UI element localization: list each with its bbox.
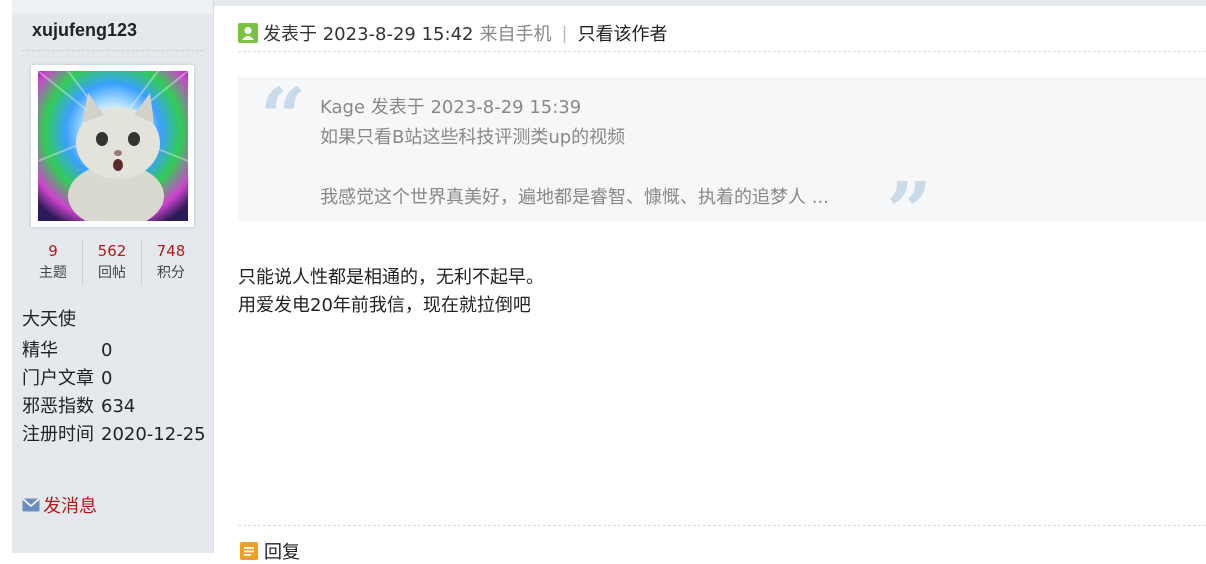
post-body-line: 用爱发电20年前我信，现在就拉倒吧 [238,295,531,316]
author-icon [238,23,258,43]
stat-threads-value: 9 [48,242,58,260]
left-gutter [0,0,12,553]
author-sidebar: xujufeng123 9 主题 562 回帖 748 积分 大天使 精华 0 … [12,0,214,553]
only-author-link[interactable]: 只看该作者 [578,20,668,46]
stat-points-value: 748 [156,242,186,260]
post-source: 来自手机 [479,24,552,45]
post-body-line: 只能说人性都是相通的，无利不起早。 [238,267,544,288]
send-message-label: 发消息 [43,496,97,517]
post-header: 发表于 2023-8-29 15:42 来自手机 | 只看该作者 [238,20,668,46]
author-stats: 9 主题 562 回帖 748 积分 [24,240,200,286]
info-row-articles: 门户文章 0 [22,365,206,393]
sidebar-top-strip [12,0,213,14]
quote-close-icon: ” [886,164,933,258]
quote-text-line: 如果只看B站这些科技评测类up的视频 [320,127,626,148]
info-value: 0 [101,340,113,361]
quote-block: “ Kage 发表于 2023-8-29 15:39 如果只看B站这些科技评测类… [238,70,1206,251]
send-message-link[interactable]: 发消息 [22,492,97,518]
stat-replies-label: 回帖 [98,265,126,281]
quote-text-line: 我感觉这个世界真美好，遍地都是睿智、慷慨、执着的追梦人 ... [320,187,829,208]
stat-points-label: 积分 [157,265,185,281]
info-key: 门户文章 [22,368,94,389]
stat-threads-label: 主题 [39,265,67,281]
reply-icon [240,542,258,560]
quote-meta: Kage 发表于 2023-8-29 15:39 [320,97,582,118]
info-key: 注册时间 [22,424,94,445]
reply-label: 回复 [264,542,300,563]
info-value: 0 [101,368,113,389]
stat-threads[interactable]: 9 主题 [24,240,82,286]
header-separator: | [561,22,568,44]
top-rule [214,0,1206,6]
author-username[interactable]: xujufeng123 [32,20,137,41]
user-rank: 大天使 [22,309,76,330]
avatar[interactable] [31,65,194,227]
stat-points[interactable]: 748 积分 [141,240,200,286]
post-body: 只能说人性都是相通的，无利不起早。 用爱发电20年前我信，现在就拉倒吧 [238,264,544,320]
info-row-registered: 注册时间 2020-12-25 [22,421,206,449]
post-content: 发表于 2023-8-29 15:42 来自手机 | 只看该作者 “ Kage … [214,0,1206,563]
avatar-image [38,71,188,221]
footer-divider [238,525,1206,526]
name-divider [22,50,204,51]
post-time: 发表于 2023-8-29 15:42 [263,24,474,45]
info-value: 2020-12-25 [101,424,206,445]
header-divider [238,51,1206,52]
info-key: 邪恶指数 [22,396,94,417]
stat-replies-value: 562 [97,242,127,260]
info-key: 精华 [22,340,58,361]
quote-open-icon: “ [260,70,307,164]
info-row-evil-index: 邪恶指数 634 [22,393,206,421]
stat-replies[interactable]: 562 回帖 [82,240,141,286]
reply-button[interactable]: 回复 [240,538,300,564]
author-info: 精华 0 门户文章 0 邪恶指数 634 注册时间 2020-12-25 [22,337,206,449]
envelope-icon [22,498,40,512]
info-value: 634 [101,396,136,417]
info-row-digest: 精华 0 [22,337,206,365]
